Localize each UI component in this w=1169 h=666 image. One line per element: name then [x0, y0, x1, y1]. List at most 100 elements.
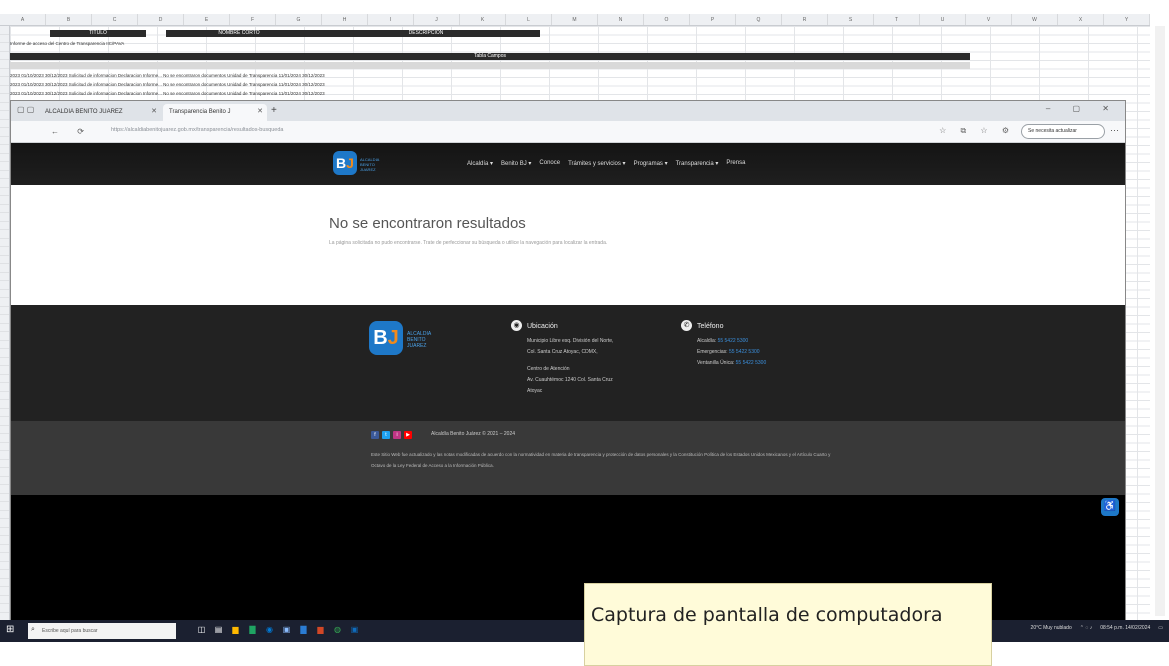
- column-header[interactable]: G: [276, 14, 322, 25]
- row-header[interactable]: [0, 179, 9, 188]
- row-header[interactable]: [0, 536, 9, 545]
- row-header[interactable]: [0, 196, 9, 205]
- file-explorer-icon[interactable]: ▆: [230, 623, 241, 637]
- windows-start-icon[interactable]: ⊞: [6, 624, 18, 636]
- row-header[interactable]: [0, 103, 9, 111]
- row-header[interactable]: [0, 392, 9, 400]
- menu-item[interactable]: Alcaldía ▾: [467, 160, 493, 167]
- row-header[interactable]: [0, 171, 9, 179]
- row-header[interactable]: [0, 460, 9, 468]
- row-header[interactable]: [0, 52, 9, 60]
- row-header[interactable]: [0, 341, 9, 349]
- row-header[interactable]: [0, 383, 9, 392]
- row-header[interactable]: [0, 485, 9, 494]
- site-logo[interactable]: BJ ALCALDIA BENITO JUAREZ: [333, 151, 391, 177]
- row-header[interactable]: [0, 264, 9, 273]
- row-header[interactable]: [0, 426, 9, 434]
- row-header[interactable]: [0, 409, 9, 417]
- column-header[interactable]: V: [966, 14, 1012, 25]
- row-header[interactable]: [0, 222, 9, 230]
- row-header[interactable]: [0, 26, 9, 35]
- row-header[interactable]: [0, 553, 9, 562]
- row-header[interactable]: [0, 162, 9, 171]
- edge-icon[interactable]: ◉: [264, 623, 275, 637]
- menu-item[interactable]: Conoce: [539, 160, 560, 167]
- row-header[interactable]: [0, 77, 9, 86]
- widgets-icon[interactable]: ▤: [213, 623, 224, 637]
- row-header[interactable]: [0, 604, 9, 613]
- store-icon[interactable]: ▣: [281, 623, 292, 637]
- youtube-icon[interactable]: ▶: [404, 431, 412, 439]
- close-icon[interactable]: ✕: [151, 107, 157, 116]
- more-icon[interactable]: ⋯: [1110, 125, 1119, 136]
- column-header[interactable]: N: [598, 14, 644, 25]
- row-header[interactable]: [0, 60, 9, 69]
- column-header[interactable]: Q: [736, 14, 782, 25]
- row-header[interactable]: [0, 35, 9, 43]
- column-header[interactable]: I: [368, 14, 414, 25]
- row-header[interactable]: [0, 94, 9, 103]
- row-header[interactable]: [0, 128, 9, 137]
- row-header[interactable]: [0, 43, 9, 52]
- row-header[interactable]: [0, 349, 9, 358]
- row-header[interactable]: [0, 307, 9, 315]
- row-header[interactable]: [0, 188, 9, 196]
- tray-icons[interactable]: ⌃ ◌ ♪: [1080, 625, 1092, 631]
- word-icon[interactable]: ▇: [298, 623, 309, 637]
- column-header[interactable]: F: [230, 14, 276, 25]
- tab-transparencia[interactable]: Transparencia Benito J ✕: [163, 104, 267, 121]
- menu-item[interactable]: Benito BJ ▾: [501, 160, 531, 167]
- row-header[interactable]: [0, 137, 9, 145]
- powerpoint-icon[interactable]: ▆: [315, 623, 326, 637]
- nav-buttons[interactable]: ← ⟳: [51, 127, 92, 136]
- outlook-icon[interactable]: ▣: [349, 623, 360, 637]
- row-header[interactable]: [0, 120, 9, 128]
- row-header[interactable]: [0, 494, 9, 502]
- weather-widget[interactable]: 20°C Muy nublado: [1031, 625, 1072, 631]
- new-tab-icon[interactable]: +: [271, 105, 277, 116]
- column-header[interactable]: K: [460, 14, 506, 25]
- row-header[interactable]: [0, 69, 9, 77]
- menu-item[interactable]: Prensa: [726, 160, 745, 167]
- row-header[interactable]: [0, 477, 9, 485]
- taskbar-search-input[interactable]: ⌕ Escribe aquí para buscar: [28, 623, 176, 639]
- row-header[interactable]: [0, 298, 9, 307]
- row-header[interactable]: [0, 511, 9, 519]
- row-header[interactable]: [0, 468, 9, 477]
- menu-item[interactable]: Programas ▾: [634, 160, 668, 167]
- column-header[interactable]: A: [0, 14, 46, 25]
- column-header[interactable]: X: [1058, 14, 1104, 25]
- column-header[interactable]: B: [46, 14, 92, 25]
- column-header[interactable]: U: [920, 14, 966, 25]
- column-header[interactable]: T: [874, 14, 920, 25]
- row-header[interactable]: [0, 281, 9, 290]
- sheet-vertical-scrollbar[interactable]: [1155, 26, 1165, 616]
- column-header[interactable]: E: [184, 14, 230, 25]
- row-header[interactable]: [0, 451, 9, 460]
- excel-icon[interactable]: ▇: [247, 623, 258, 637]
- row-header[interactable]: [0, 145, 9, 154]
- row-header[interactable]: [0, 528, 9, 536]
- row-header[interactable]: [0, 247, 9, 256]
- tab-alcaldia[interactable]: ALCALDIA BENITO JUAREZ ✕: [39, 104, 161, 121]
- window-controls[interactable]: – ▢ ✕: [1046, 104, 1119, 113]
- row-header[interactable]: [0, 562, 9, 570]
- row-header[interactable]: [0, 417, 9, 426]
- phone-link[interactable]: 55 5422 5300: [736, 360, 767, 366]
- row-header[interactable]: [0, 230, 9, 239]
- column-header[interactable]: P: [690, 14, 736, 25]
- row-header[interactable]: [0, 256, 9, 264]
- row-header[interactable]: [0, 290, 9, 298]
- row-header[interactable]: [0, 111, 9, 120]
- column-header[interactable]: C: [92, 14, 138, 25]
- row-header[interactable]: [0, 519, 9, 528]
- profile-button[interactable]: Se necesita actualizar: [1021, 124, 1105, 139]
- close-icon[interactable]: ✕: [257, 107, 263, 116]
- row-header[interactable]: [0, 239, 9, 247]
- row-header[interactable]: [0, 502, 9, 511]
- column-header[interactable]: M: [552, 14, 598, 25]
- column-header[interactable]: H: [322, 14, 368, 25]
- menu-item[interactable]: Trámites y servicios ▾: [568, 160, 625, 167]
- column-header[interactable]: D: [138, 14, 184, 25]
- row-header[interactable]: [0, 154, 9, 162]
